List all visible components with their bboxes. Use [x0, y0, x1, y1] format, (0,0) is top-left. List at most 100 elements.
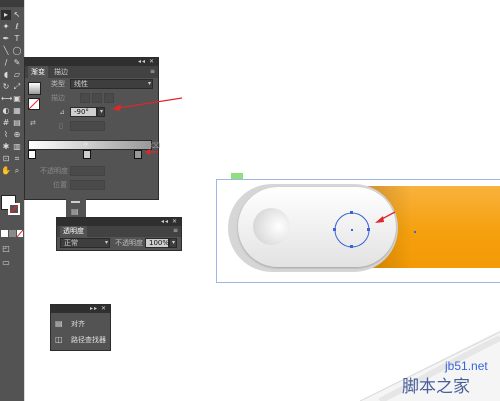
- stroke-swatch[interactable]: [8, 203, 20, 215]
- gradient-slider[interactable]: [28, 140, 152, 150]
- annotation-arrow-angle: [112, 97, 183, 111]
- align-pathfinder-panel: ▸▸ ✕ ▤ 对齐 ◫ 路径查找器: [50, 304, 111, 351]
- zoom-tool-icon[interactable]: ⌕: [12, 166, 22, 176]
- type-value: 线性: [74, 80, 88, 88]
- perspective-grid-tool-icon[interactable]: ▦: [12, 106, 22, 116]
- position-label: 位置: [53, 181, 67, 189]
- magic-wand-tool-icon[interactable]: ✦: [1, 22, 11, 32]
- align-panel-icon[interactable]: ▤: [71, 207, 79, 216]
- hand-tool-icon[interactable]: ✋: [1, 166, 11, 176]
- panel-menu-icon[interactable]: ≡: [150, 68, 155, 75]
- rotate-tool-icon[interactable]: ↻: [1, 82, 11, 92]
- gradient-stop-left[interactable]: [28, 150, 36, 159]
- transparency-panel-header[interactable]: ◂◂ ✕: [57, 218, 181, 226]
- line-tool-icon[interactable]: ╲: [1, 46, 11, 56]
- knob-inner-circle[interactable]: [253, 208, 290, 245]
- none-slash-icon: [17, 230, 23, 237]
- type-label: 类型: [51, 80, 65, 88]
- selection-marker: [231, 173, 243, 179]
- lasso-tool-icon[interactable]: ℓ: [12, 22, 22, 32]
- selected-ellipse-path[interactable]: [330, 208, 400, 248]
- opacity-dropdown[interactable]: ▾: [169, 238, 177, 248]
- gradient-fill-swatch[interactable]: [28, 98, 40, 110]
- chevron-down-icon: ▾: [147, 80, 151, 87]
- width-tool-icon[interactable]: ⟷: [1, 94, 12, 104]
- type-select[interactable]: 线性 ▾: [70, 79, 153, 89]
- align-item[interactable]: 对齐: [71, 319, 85, 329]
- color-mode-icon[interactable]: [1, 230, 8, 237]
- screen-mode-icon[interactable]: ▭: [1, 258, 11, 268]
- align-icon: ▤: [55, 319, 63, 328]
- opacity-value-input[interactable]: 100%: [145, 238, 169, 248]
- aspect-ratio-icon: ▯: [59, 122, 63, 130]
- reverse-gradient-icon[interactable]: ⇄: [30, 118, 36, 128]
- stroke-within-icon: [80, 93, 90, 103]
- draw-mode-icon[interactable]: ◰: [1, 244, 11, 254]
- gradient-panel-header[interactable]: ◂◂ ✕: [25, 58, 158, 66]
- stroke-along-icon: [92, 93, 102, 103]
- chevron-down-icon: ▾: [171, 239, 175, 246]
- panel-collapse-icon[interactable]: ◂◂ ✕: [161, 218, 178, 226]
- gradient-tool-icon[interactable]: ▤: [12, 118, 22, 128]
- blend-mode-value: 正常: [64, 239, 78, 247]
- tools-panel-header[interactable]: [0, 0, 24, 7]
- none-mode-icon[interactable]: [17, 230, 23, 237]
- panel-menu-icon[interactable]: ≡: [173, 227, 178, 234]
- eraser-tool-icon[interactable]: ▱: [12, 70, 22, 80]
- direct-selection-tool-icon[interactable]: ↖: [12, 10, 22, 20]
- tab-transparency[interactable]: 透明度: [60, 226, 87, 237]
- symbol-sprayer-tool-icon[interactable]: ✱: [1, 142, 11, 152]
- blend-tool-icon[interactable]: ⊕: [12, 130, 22, 140]
- graph-tool-icon[interactable]: ▥: [12, 142, 22, 152]
- tools-panel: ▸ ↖ ✦ ℓ ✒ T ╲ ◯ ∕ ✎ ◖ ▱ ↻ ⤢ ⟷ ▣ ◐ ▦ # ▤ …: [0, 0, 24, 401]
- pathfinder-icon: ◫: [55, 335, 63, 344]
- transparency-panel: ◂◂ ✕ 透明度 ≡ 正常 ▾ 不透明度 100% ▾: [56, 217, 182, 251]
- watermark-logo: jb51.net 脚本之家: [360, 330, 500, 401]
- brush-tool-icon[interactable]: ∕: [1, 58, 11, 68]
- chevron-down-icon: ▾: [104, 239, 108, 246]
- pen-tool-icon[interactable]: ✒: [1, 34, 11, 44]
- aspect-ratio-input: [70, 121, 105, 131]
- blend-mode-select[interactable]: 正常 ▾: [60, 238, 110, 248]
- eyedropper-tool-icon[interactable]: ⌇: [1, 130, 11, 140]
- scale-tool-icon[interactable]: ⤢: [12, 82, 22, 92]
- free-transform-tool-icon[interactable]: ▣: [12, 94, 22, 104]
- selection-tool-icon[interactable]: ▸: [1, 10, 11, 20]
- type-tool-icon[interactable]: T: [12, 34, 22, 44]
- watermark-url: jb51.net: [444, 359, 488, 373]
- artboard-tool-icon[interactable]: ⊡: [1, 154, 11, 164]
- gradient-mode-icon[interactable]: [9, 230, 16, 237]
- slice-tool-icon[interactable]: ⌗: [12, 154, 22, 164]
- none-stroke-icon: [29, 99, 39, 109]
- panel-collapse-icon[interactable]: ▸▸ ✕: [90, 305, 107, 313]
- tab-stroke[interactable]: 描边: [51, 66, 71, 78]
- gradient-thumbnail[interactable]: [28, 82, 41, 95]
- panel-grip-icon[interactable]: [71, 201, 80, 203]
- align-panel-header[interactable]: ▸▸ ✕: [51, 305, 110, 313]
- angle-input[interactable]: -90°: [70, 107, 97, 117]
- mesh-tool-icon[interactable]: #: [1, 118, 11, 128]
- midpoint-diamond-icon[interactable]: ◆: [83, 140, 88, 148]
- pencil-tool-icon[interactable]: ✎: [12, 58, 22, 68]
- chevron-down-icon: ▾: [99, 108, 103, 115]
- opacity-label: 不透明度: [40, 167, 68, 175]
- position-input: [70, 180, 105, 190]
- gradient-stop-middle[interactable]: [83, 150, 91, 159]
- gradient-panel: ◂◂ ✕ 渐变 描边 ≡ 类型 线性 ▾ 描边 ⊿ -90° ▾ ⇄ ▯ ◆ ⌫ …: [24, 57, 160, 200]
- panel-collapse-icon[interactable]: ◂◂ ✕: [138, 58, 155, 66]
- annotation-arrow-stop: [145, 149, 158, 155]
- gradient-stop-right[interactable]: [134, 150, 142, 159]
- pathfinder-item[interactable]: 路径查找器: [71, 335, 106, 345]
- shape-builder-tool-icon[interactable]: ◐: [1, 106, 11, 116]
- transparency-opacity-label: 不透明度: [115, 239, 143, 247]
- ellipse-tool-icon[interactable]: ◯: [12, 46, 22, 56]
- stroke-label: 描边: [51, 94, 65, 102]
- angle-dropdown[interactable]: ▾: [97, 107, 105, 117]
- angle-icon: ⊿: [59, 108, 65, 116]
- anchor-point: [414, 231, 416, 233]
- opacity-input: [70, 166, 105, 176]
- none-stroke-icon: [10, 205, 18, 213]
- tab-gradient[interactable]: 渐变: [28, 66, 48, 78]
- blob-brush-tool-icon[interactable]: ◖: [1, 70, 11, 80]
- watermark-name: 脚本之家: [402, 377, 470, 397]
